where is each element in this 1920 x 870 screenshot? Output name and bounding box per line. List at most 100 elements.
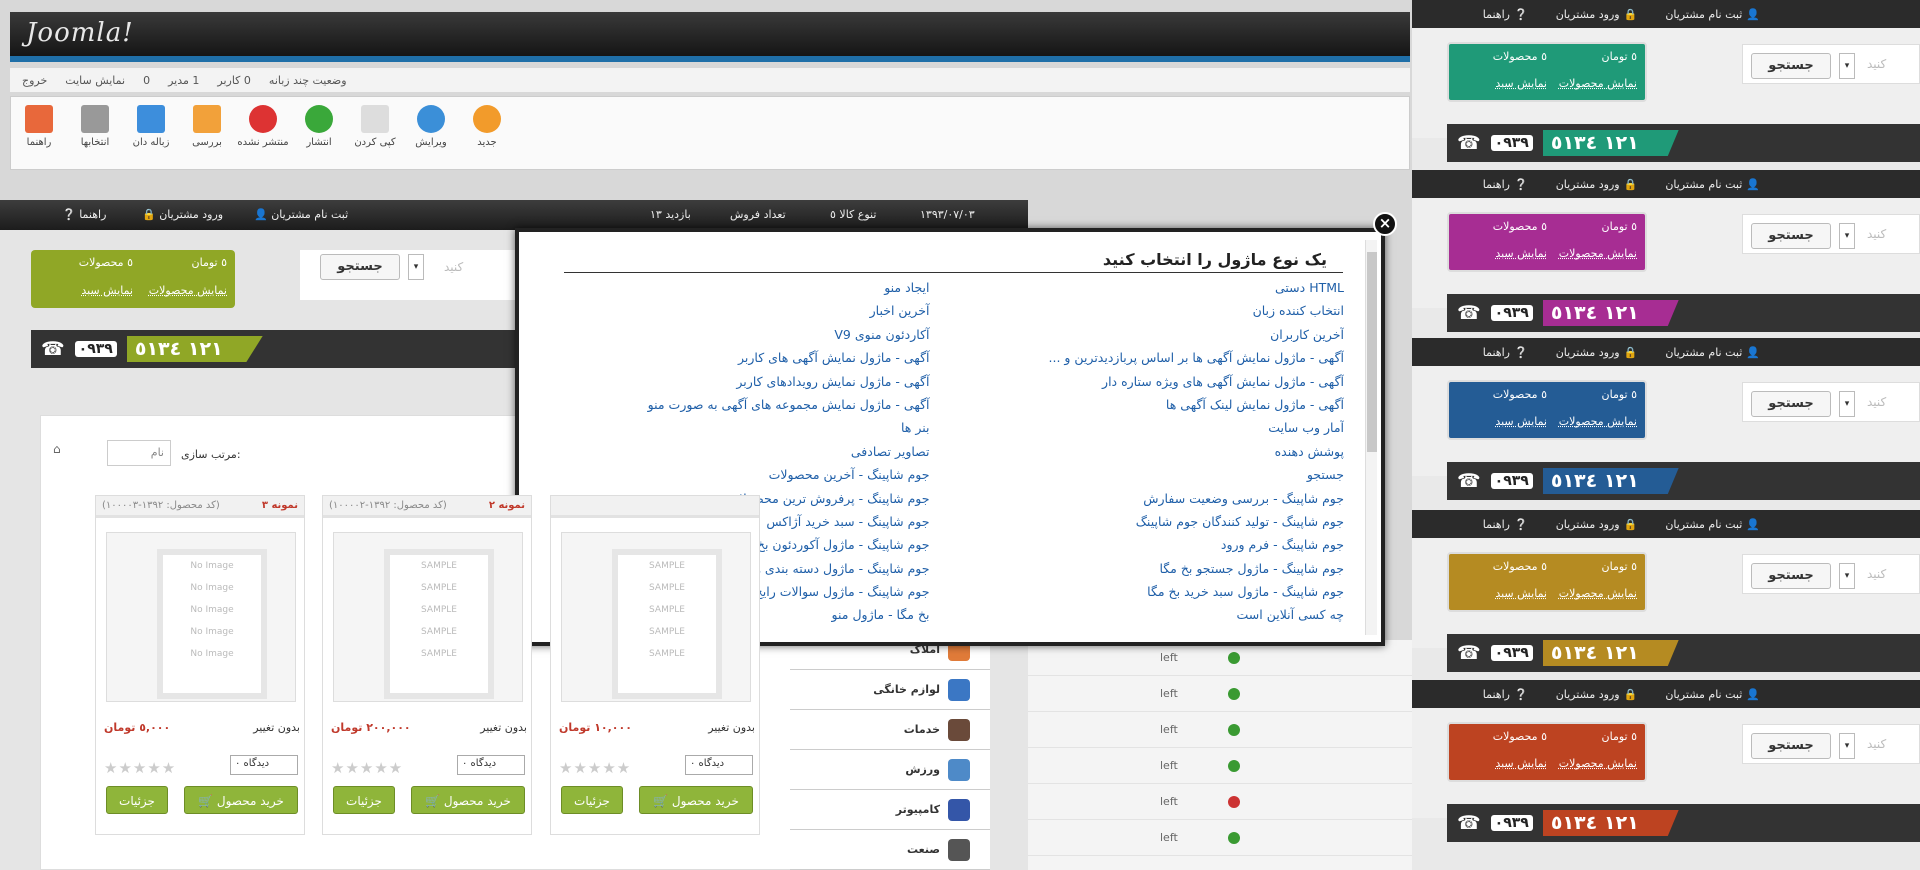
- product-image[interactable]: SAMPLE SAMPLE SAMPLE SAMPLE SAMPLE: [561, 532, 751, 702]
- preview-search-input[interactable]: کنید: [1867, 57, 1886, 71]
- published-icon[interactable]: [1227, 795, 1240, 808]
- preview-search-button[interactable]: جستجو: [1751, 733, 1831, 759]
- preview-show-basket[interactable]: نمایش سبد: [1457, 587, 1547, 604]
- status-view-site[interactable]: نمایش سایت: [65, 74, 125, 87]
- preview-show-basket[interactable]: نمایش سبد: [1457, 415, 1547, 432]
- module-type-link[interactable]: آگهی - ماژول نمایش آگهی های کاربر: [559, 350, 942, 373]
- status-multilang[interactable]: وضعیت چند زبانه: [269, 74, 347, 87]
- toolbar-unpublish-button[interactable]: منتشر نشده: [235, 105, 291, 169]
- module-type-link[interactable]: ایجاد منو: [559, 280, 942, 303]
- toolbar-edit-button[interactable]: ویرایش: [403, 105, 459, 169]
- buy-button[interactable]: 🛒 خرید محصول: [639, 786, 753, 814]
- published-icon[interactable]: [1227, 651, 1240, 664]
- module-type-link[interactable]: جوم شاپینگ - فرم ورود: [962, 537, 1344, 560]
- preview-search-select[interactable]: ▾: [1839, 53, 1855, 79]
- preview-register-link[interactable]: 👤 ثبت نام مشتریان: [1665, 518, 1760, 531]
- details-button[interactable]: جزئیات: [106, 786, 168, 814]
- category-item[interactable]: لوازم خانگی: [790, 670, 990, 710]
- status-users[interactable]: 0 کاربر: [217, 74, 251, 87]
- module-type-link[interactable]: آخرین اخبار: [559, 303, 942, 326]
- preview-search-select[interactable]: ▾: [1839, 563, 1855, 589]
- preview-show-basket[interactable]: نمایش سبد: [1457, 757, 1547, 774]
- preview-help-link[interactable]: ❔ راهنما: [1483, 518, 1528, 531]
- preview-login-link[interactable]: 🔒 ورود مشتریان: [1556, 346, 1638, 359]
- module-type-link[interactable]: پوشش دهنده: [962, 444, 1344, 467]
- toolbar-new-button[interactable]: جدید: [459, 105, 515, 169]
- module-type-link[interactable]: جوم شاپینگ - ماژول جستجو بخ مگا: [962, 561, 1344, 584]
- preview-show-basket[interactable]: نمایش سبد: [1457, 247, 1547, 264]
- module-type-link[interactable]: HTML دستی: [962, 280, 1344, 303]
- module-type-link[interactable]: انتخاب کننده زبان: [962, 303, 1344, 326]
- preview-show-products[interactable]: نمایش محصولات: [1547, 587, 1637, 604]
- shop-search-select[interactable]: ▾: [408, 254, 424, 280]
- module-type-link[interactable]: آخرین کاربران: [962, 327, 1344, 350]
- published-icon[interactable]: [1227, 723, 1240, 736]
- product-name[interactable]: نمونه ٣: [262, 500, 298, 511]
- preview-login-link[interactable]: 🔒 ورود مشتریان: [1556, 178, 1638, 191]
- preview-search-input[interactable]: کنید: [1867, 567, 1886, 581]
- status-messages[interactable]: 0: [143, 74, 150, 87]
- shop-show-products[interactable]: نمایش محصولات: [133, 284, 227, 302]
- rating-stars[interactable]: ★★★★★: [104, 759, 176, 777]
- rating-stars[interactable]: ★★★★★: [559, 759, 631, 777]
- preview-search-input[interactable]: کنید: [1867, 395, 1886, 409]
- home-icon[interactable]: ⌂: [53, 442, 61, 456]
- toolbar-options-button[interactable]: انتخابها: [67, 105, 123, 169]
- shop-help-link[interactable]: ❔ راهنما: [62, 208, 106, 221]
- shop-show-basket[interactable]: نمایش سبد: [39, 284, 133, 302]
- toolbar-help-button[interactable]: راهنما: [11, 105, 67, 169]
- preview-search-input[interactable]: کنید: [1867, 737, 1886, 751]
- rating-stars[interactable]: ★★★★★: [331, 759, 403, 777]
- sort-select[interactable]: نام: [107, 440, 171, 466]
- buy-button[interactable]: 🛒 خرید محصول: [184, 786, 298, 814]
- preview-search-button[interactable]: جستجو: [1751, 563, 1831, 589]
- preview-register-link[interactable]: 👤 ثبت نام مشتریان: [1665, 178, 1760, 191]
- preview-help-link[interactable]: ❔ راهنما: [1483, 688, 1528, 701]
- preview-search-select[interactable]: ▾: [1839, 733, 1855, 759]
- module-type-link[interactable]: آکاردئون منوی V9: [559, 327, 942, 350]
- product-name[interactable]: نمونه ٢: [489, 500, 525, 511]
- preview-login-link[interactable]: 🔒 ورود مشتریان: [1556, 518, 1638, 531]
- module-type-link[interactable]: آگهی - ماژول نمایش لینک آگهی ها: [962, 397, 1344, 420]
- preview-search-select[interactable]: ▾: [1839, 223, 1855, 249]
- details-button[interactable]: جزئیات: [333, 786, 395, 814]
- category-item[interactable]: صنعت: [790, 830, 990, 870]
- category-item[interactable]: کامپیوتر: [790, 790, 990, 830]
- toolbar-checkin-button[interactable]: بررسی: [179, 105, 235, 169]
- category-item[interactable]: ورزش: [790, 750, 990, 790]
- shop-register-link[interactable]: 👤 ثبت نام مشتریان: [254, 208, 348, 221]
- module-type-link[interactable]: چه کسی آنلاین است: [962, 607, 1345, 630]
- module-type-link[interactable]: آگهی - ماژول نمایش رویدادهای کاربر: [559, 374, 942, 397]
- preview-register-link[interactable]: 👤 ثبت نام مشتریان: [1665, 8, 1760, 21]
- preview-login-link[interactable]: 🔒 ورود مشتریان: [1556, 8, 1638, 21]
- module-type-link[interactable]: جوم شاپینگ - بررسی وضعیت سفارش: [962, 491, 1344, 514]
- preview-register-link[interactable]: 👤 ثبت نام مشتریان: [1665, 688, 1760, 701]
- preview-search-button[interactable]: جستجو: [1751, 223, 1831, 249]
- preview-show-products[interactable]: نمایش محصولات: [1547, 77, 1637, 94]
- preview-show-products[interactable]: نمایش محصولات: [1547, 415, 1637, 432]
- published-icon[interactable]: [1227, 759, 1240, 772]
- preview-search-button[interactable]: جستجو: [1751, 391, 1831, 417]
- toolbar-publish-button[interactable]: انتشار: [291, 105, 347, 169]
- buy-button[interactable]: 🛒 خرید محصول: [411, 786, 525, 814]
- preview-show-products[interactable]: نمایش محصولات: [1547, 247, 1637, 264]
- status-logout[interactable]: خروج: [22, 74, 47, 87]
- product-image[interactable]: No Image No Image No Image No Image No Image: [106, 532, 296, 702]
- published-icon[interactable]: [1227, 687, 1240, 700]
- module-type-link[interactable]: آگهی - ماژول نمایش آگهی ها بر اساس پرباز…: [962, 350, 1344, 373]
- shop-search-input[interactable]: کنید: [444, 260, 463, 274]
- module-type-link[interactable]: آگهی - ماژول نمایش مجموعه های آگهی به صو…: [559, 397, 942, 420]
- preview-show-basket[interactable]: نمایش سبد: [1457, 77, 1547, 94]
- preview-help-link[interactable]: ❔ راهنما: [1483, 8, 1528, 21]
- preview-help-link[interactable]: ❔ راهنما: [1483, 346, 1528, 359]
- module-type-link[interactable]: جستجو: [962, 467, 1344, 490]
- module-type-link[interactable]: جوم شاپینگ - تولید کنندگان جوم شاپینگ: [962, 514, 1344, 537]
- preview-help-link[interactable]: ❔ راهنما: [1483, 178, 1528, 191]
- module-type-link[interactable]: جوم شاپینگ - ماژول سبد خرید بخ مگا: [962, 584, 1344, 607]
- category-item[interactable]: خدمات: [790, 710, 990, 750]
- preview-search-input[interactable]: کنید: [1867, 227, 1886, 241]
- module-type-link[interactable]: تصاویر تصادفی: [559, 444, 942, 467]
- module-type-link[interactable]: آگهی - ماژول نمایش آگهی های ویژه ستاره د…: [962, 374, 1344, 397]
- toolbar-trash-button[interactable]: زباله دان: [123, 105, 179, 169]
- details-button[interactable]: جزئیات: [561, 786, 623, 814]
